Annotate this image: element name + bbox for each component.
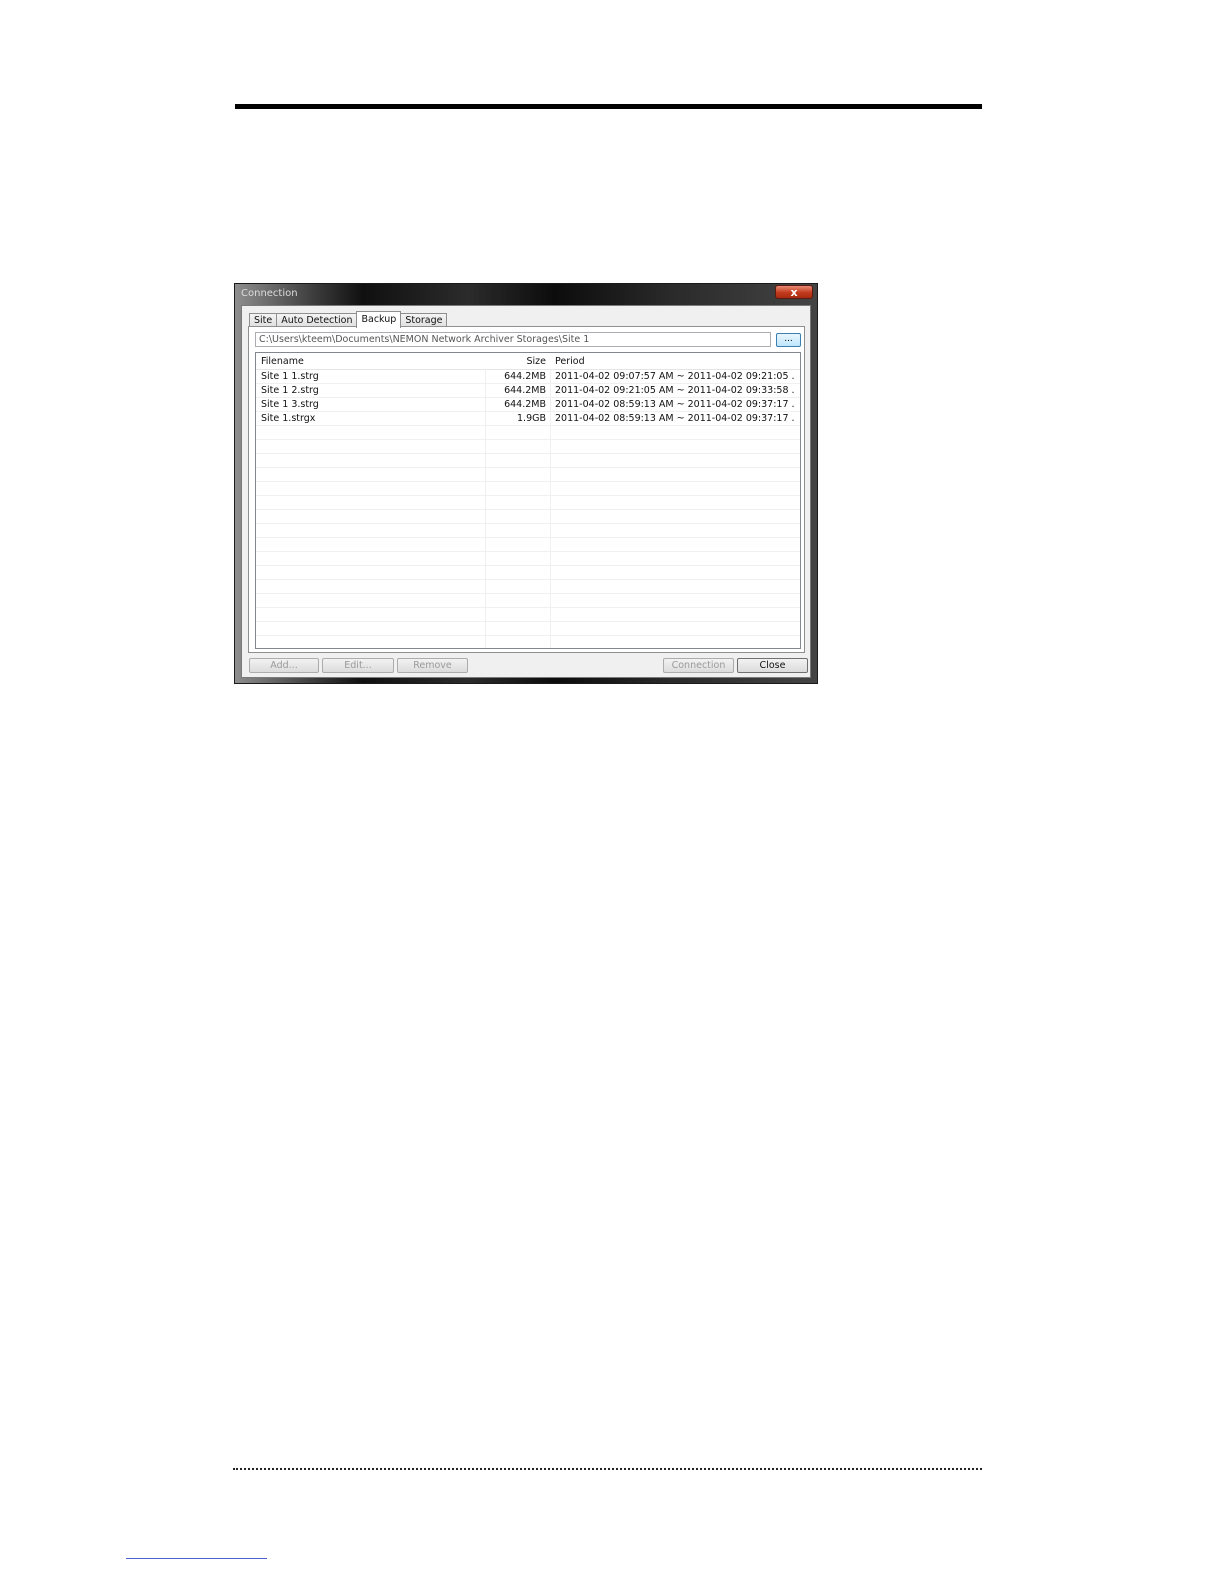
dialog-client-area: Site Auto Detection Backup Storage ... F… [241,305,811,678]
browse-button[interactable]: ... [776,333,801,347]
cell-filename: Site 1 2.strg [261,385,319,396]
empty-table-row [256,468,800,482]
table-row[interactable]: Site 1 2.strg 644.2MB 2011-04-02 09:21:05 … [256,384,800,398]
tab-backup[interactable]: Backup [356,311,402,328]
table-row[interactable]: Site 1 3.strg 644.2MB 2011-04-02 08:59:13 … [256,398,800,412]
remove-button[interactable]: Remove [397,658,468,673]
cell-filename: Site 1 3.strg [261,399,319,410]
empty-table-row [256,566,800,580]
empty-table-row [256,538,800,552]
cell-size: 644.2MB [504,371,546,382]
cell-filename: Site 1 1.strg [261,371,319,382]
cell-period: 2011-04-02 09:07:57 AM ~ 2011-04-02 09:2… [555,371,795,382]
page-header-rule [235,104,982,109]
backup-path-input[interactable] [255,332,771,347]
edit-button[interactable]: Edit... [322,658,394,673]
column-header-filename[interactable]: Filename [261,356,304,367]
connection-dialog: Connection x Site Auto Detection Backup … [234,283,818,684]
close-button[interactable]: Close [737,658,808,673]
cell-filename: Site 1.strgx [261,413,316,424]
empty-table-row [256,482,800,496]
page-footer-rule [233,1468,982,1470]
empty-table-row [256,426,800,440]
title-bar[interactable]: Connection x [235,284,817,304]
backup-panel: ... Filename Size Period Site 1 1.strg 64… [248,326,805,653]
list-header: Filename Size Period [256,353,800,370]
empty-table-row [256,636,800,648]
close-icon: x [790,285,798,299]
cell-period: 2011-04-02 08:59:13 AM ~ 2011-04-02 09:3… [555,413,795,424]
empty-table-row [256,496,800,510]
cell-size: 1.9GB [517,413,546,424]
empty-table-row [256,510,800,524]
backup-file-list[interactable]: Filename Size Period Site 1 1.strg 644.2M… [255,352,801,649]
empty-table-row [256,580,800,594]
footer-link-underline [126,1558,267,1559]
tab-strip: Site Auto Detection Backup Storage [249,311,448,328]
empty-table-row [256,594,800,608]
empty-table-row [256,552,800,566]
empty-table-row [256,622,800,636]
empty-table-row [256,440,800,454]
empty-table-row [256,524,800,538]
add-button[interactable]: Add... [249,658,319,673]
empty-table-row [256,608,800,622]
table-row[interactable]: Site 1 1.strg 644.2MB 2011-04-02 09:07:57 … [256,370,800,384]
window-close-button[interactable]: x [775,285,813,299]
list-rows: Site 1 1.strg 644.2MB 2011-04-02 09:07:57 … [256,370,800,648]
cell-period: 2011-04-02 08:59:13 AM ~ 2011-04-02 09:3… [555,399,795,410]
empty-table-row [256,454,800,468]
connection-button[interactable]: Connection [663,658,734,673]
cell-period: 2011-04-02 09:21:05 AM ~ 2011-04-02 09:3… [555,385,795,396]
column-header-size[interactable]: Size [486,356,546,367]
window-title: Connection [241,288,298,299]
cell-size: 644.2MB [504,385,546,396]
column-header-period[interactable]: Period [555,356,585,367]
cell-size: 644.2MB [504,399,546,410]
table-row[interactable]: Site 1.strgx 1.9GB 2011-04-02 08:59:13 AM … [256,412,800,426]
